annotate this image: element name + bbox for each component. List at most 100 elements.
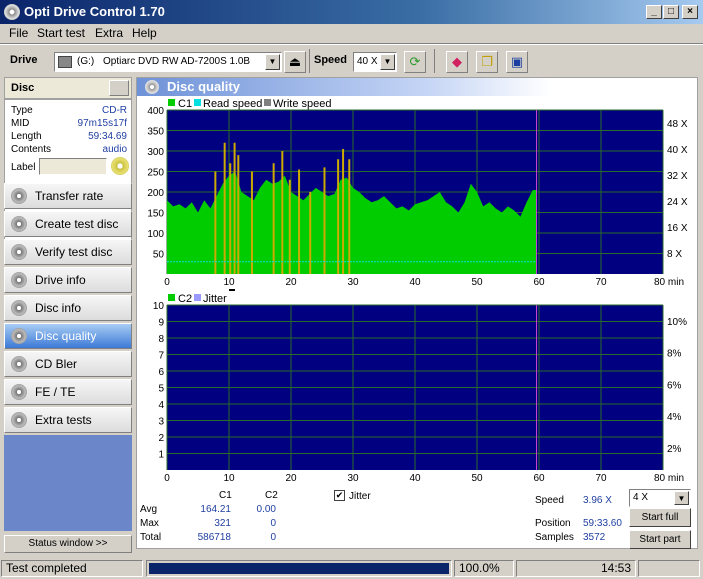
menu-start-test[interactable]: Start test [37,26,85,40]
y-tick-label: 3 [158,417,164,428]
disc-header-title: Disc [11,82,35,94]
drive-name: Optiarc DVD RW AD-7200S 1.0B [103,56,251,67]
y-tick-label: 300 [147,147,164,158]
disc-length-label: Length [11,131,42,142]
y2-tick-label: 10% [667,317,687,328]
y2-tick-label: 8 X [667,249,682,260]
disc-type-value: CD-R [102,105,127,116]
x-tick-label: 20 [285,277,297,288]
y-tick-label: 250 [147,168,164,179]
jitter-checkbox[interactable]: ✔ [334,490,345,501]
save-button[interactable]: ▣ [506,51,528,73]
legend-c1: C1 [178,98,192,110]
x-tick-label: 40 [409,473,421,484]
progress-percent: 100.0% [454,560,514,577]
chevron-down-icon[interactable]: ▼ [674,491,689,505]
eject-button[interactable]: ⏏ [284,51,306,73]
legend-write-swatch [264,99,271,106]
stats-total-c1: 586718 [197,532,231,543]
nav-create-test-disc[interactable]: Create test disc [4,211,132,237]
y-tick-label: 7 [158,351,164,362]
nav-label: Disc info [35,301,82,315]
test-speed-value: 4 X [633,492,649,503]
nav-disc-quality[interactable]: Disc quality [4,323,132,349]
drive-label: Drive [10,54,38,66]
status-extra [638,560,700,577]
y-tick-label: 4 [158,400,164,411]
drive-select[interactable]: (G:) Optiarc DVD RW AD-7200S 1.0B ▼ [54,52,282,72]
disc-label-input[interactable] [39,158,107,175]
chevron-down-icon[interactable]: ▼ [380,54,395,70]
start-part-button[interactable]: Start part [629,530,691,549]
x-tick-label: 60 [533,473,545,484]
y2-tick-label: 2% [667,444,682,455]
y-tick-label: 1 [158,450,164,461]
x-tick-label: 0 [164,277,170,288]
disc-length-value: 59:34.69 [88,131,127,142]
y-tick-label: 350 [147,127,164,138]
nav-label: CD Bler [35,357,78,371]
disc-refresh-button[interactable] [109,80,129,96]
disc-label-icon[interactable] [111,157,129,175]
position-value: 59:33.60 [583,518,622,529]
disc-icon [11,412,27,428]
copy-button[interactable]: ❐ [476,51,498,73]
nav-label: Extra tests [35,413,92,427]
y-tick-label: 10 [153,301,165,312]
maximize-button[interactable]: □ [663,5,679,19]
y-tick-label: 150 [147,209,164,220]
y-tick-label: 2 [158,433,164,444]
nav-label: Transfer rate [35,189,104,203]
status-window-button[interactable]: Status window >> [4,535,132,553]
close-button[interactable]: × [682,5,698,19]
save-icon: ▣ [510,54,524,69]
speed-select[interactable]: 40 X ▼ [353,52,397,72]
progress-fill [149,563,449,574]
stats-col-c1: C1 [219,490,232,501]
nav-empty-area [4,435,132,531]
y-tick-label: 100 [147,229,164,240]
legend-c2-swatch [168,294,175,301]
legend-c2: C2 [178,293,192,305]
title-bar: Opti Drive Control 1.70 _ □ × [0,0,703,24]
minimize-button[interactable]: _ [646,5,662,19]
nav-drive-info[interactable]: Drive info [4,267,132,293]
legend-jitter: Jitter [203,293,227,305]
panel-title: Disc quality [137,78,551,96]
disc-quality-icon [145,80,159,94]
x-tick-label: 60 [533,277,545,288]
stats-max-label: Max [140,518,159,529]
speed-label: Speed [535,495,564,506]
x-tick-label: 40 [409,277,421,288]
disc-contents-value: audio [102,144,127,155]
eject-icon: ⏏ [288,54,302,69]
test-speed-select[interactable]: 4 X ▼ [629,489,691,507]
menu-file[interactable]: File [9,26,28,40]
erase-button[interactable]: ◆ [446,51,468,73]
refresh-button[interactable]: ⟳ [404,51,426,73]
menu-help[interactable]: Help [132,26,157,40]
nav-verify-test-disc[interactable]: Verify test disc [4,239,132,265]
stats-avg-label: Avg [140,504,158,515]
stats-total-c2: 0 [270,532,276,543]
x-tick-label: 0 [164,473,170,484]
menu-bar: File Start test Extra Help [0,24,703,42]
window-title: Opti Drive Control 1.70 [24,4,165,19]
x-tick-label: 10 [223,473,235,484]
disc-icon [11,216,27,232]
nav-cd-bler[interactable]: CD Bler [4,351,132,377]
panel-title-text: Disc quality [167,79,240,94]
start-full-button[interactable]: Start full [629,508,691,527]
nav-extra-tests[interactable]: Extra tests [4,407,132,433]
stats-col-c2: C2 [265,490,278,501]
nav-transfer-rate[interactable]: Transfer rate [4,183,132,209]
chevron-down-icon[interactable]: ▼ [265,54,280,70]
refresh-icon: ⟳ [409,54,421,69]
nav-disc-info[interactable]: Disc info [4,295,132,321]
y-tick-label: 400 [147,106,164,117]
disc-icon [11,300,27,316]
legend-jitter-swatch [194,294,201,301]
x-tick-label: 80 min [654,277,684,288]
nav-fe-te[interactable]: FE / TE [4,379,132,405]
menu-extra[interactable]: Extra [95,26,123,40]
